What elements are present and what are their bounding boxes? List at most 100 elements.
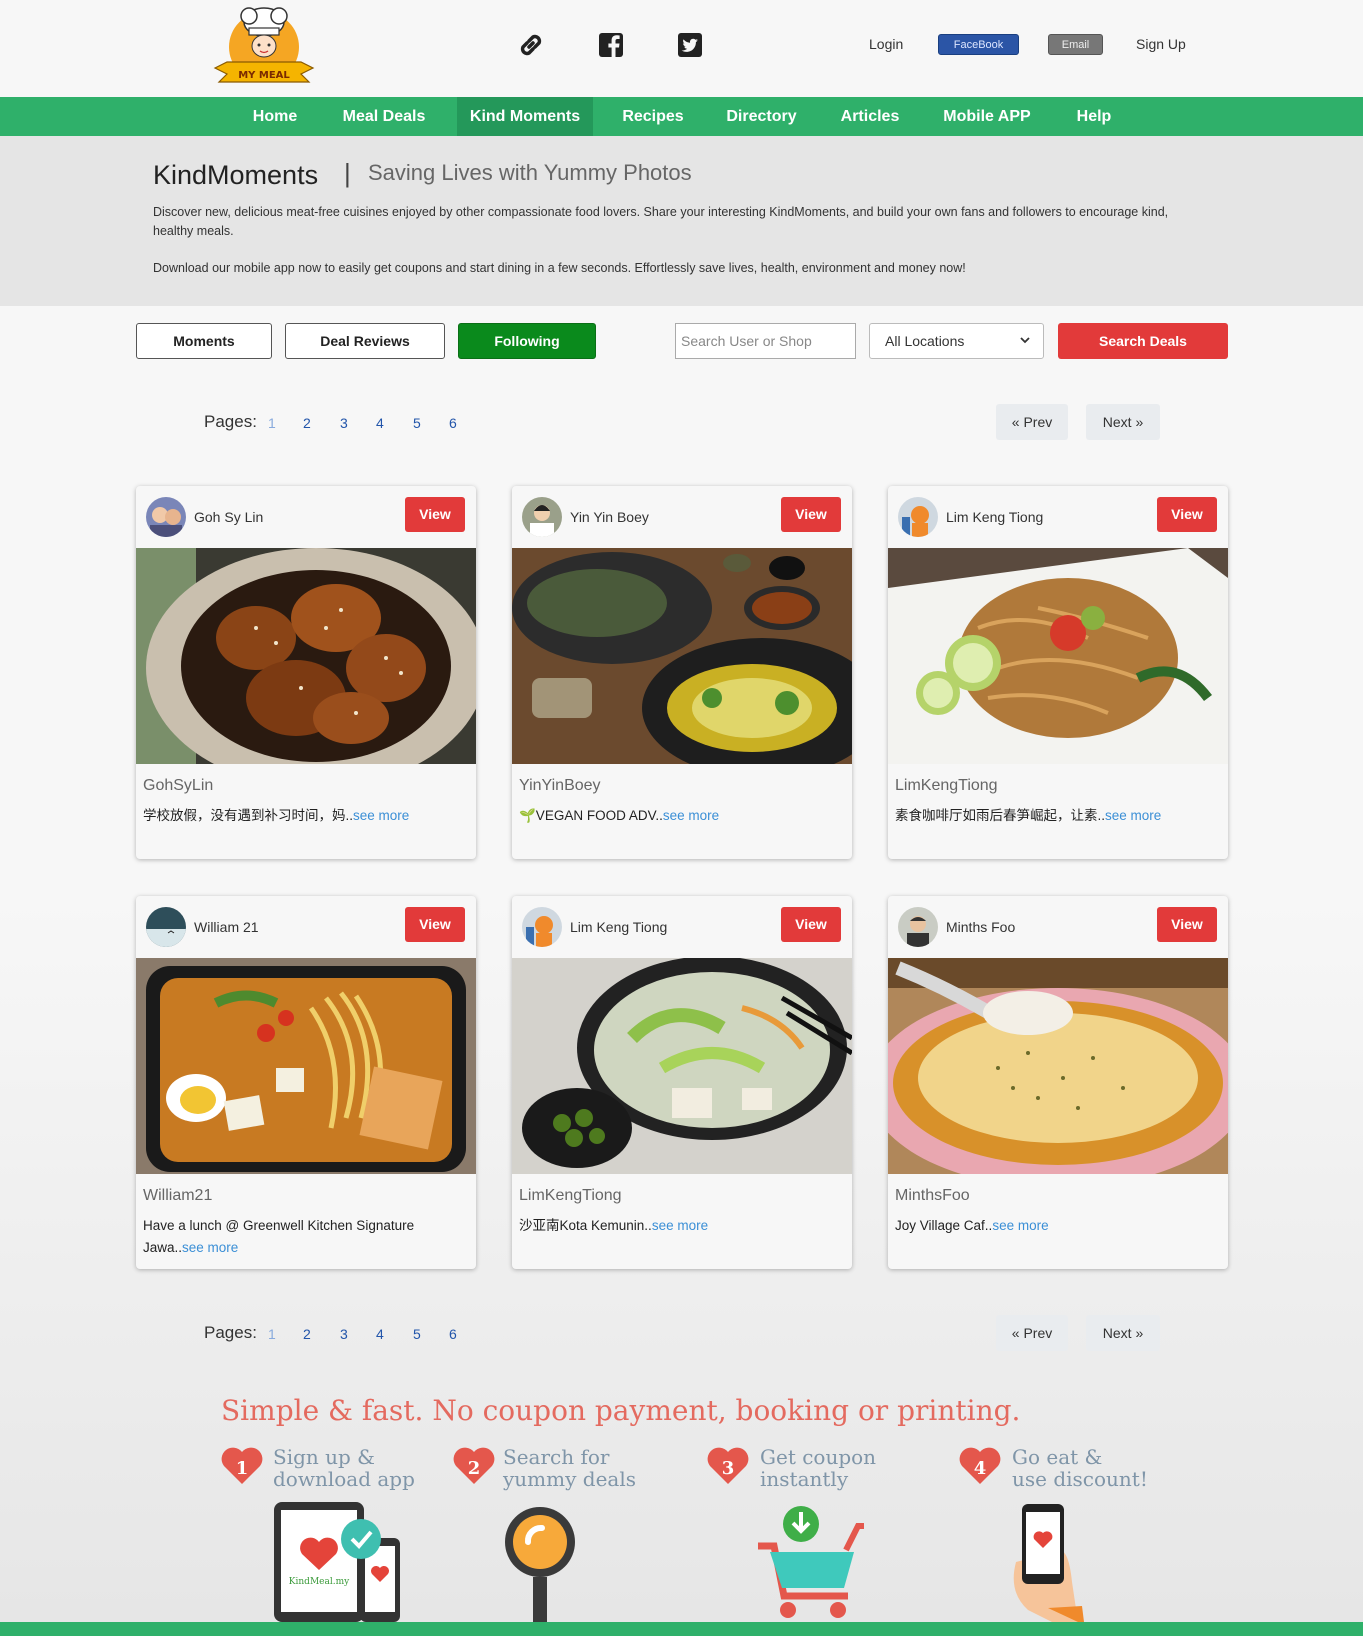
- view-button[interactable]: View: [1157, 497, 1217, 532]
- avatar[interactable]: [146, 497, 186, 537]
- following-tab[interactable]: Following: [458, 323, 596, 359]
- pager-page-4[interactable]: 4: [376, 1326, 384, 1342]
- pager-page-6[interactable]: 6: [449, 415, 457, 431]
- card-username[interactable]: Lim Keng Tiong: [946, 509, 1043, 525]
- card-username[interactable]: Yin Yin Boey: [570, 509, 649, 525]
- see-more-link[interactable]: see more: [182, 1240, 238, 1255]
- step-number: 4: [974, 1458, 987, 1479]
- card-header: William 21 View: [136, 896, 476, 958]
- pager-page-1[interactable]: 1: [268, 1326, 276, 1342]
- card-display-name: GohSyLin: [143, 777, 214, 794]
- facebook-login-button[interactable]: FaceBook: [938, 34, 1019, 55]
- food-photo[interactable]: [512, 956, 852, 1174]
- see-more-link[interactable]: see more: [353, 808, 409, 823]
- next-page-button[interactable]: Next »: [1086, 1315, 1160, 1351]
- moments-tab[interactable]: Moments: [136, 323, 272, 359]
- email-login-button[interactable]: Email: [1048, 34, 1103, 55]
- step-line-2: yummy deals: [503, 1467, 636, 1491]
- card-desc-text: 学校放假，没有遇到补习时间，妈..: [143, 808, 354, 823]
- next-page-button[interactable]: Next »: [1086, 404, 1160, 440]
- search-deals-button[interactable]: Search Deals: [1058, 323, 1228, 359]
- pager-page-6[interactable]: 6: [449, 1326, 457, 1342]
- card-display-name: LimKengTiong: [519, 1187, 622, 1204]
- promo-title: Simple & fast. No coupon payment, bookin…: [221, 1394, 1021, 1427]
- twitter-icon[interactable]: [675, 30, 705, 60]
- prev-page-button[interactable]: « Prev: [996, 404, 1068, 440]
- step-line-1: Get coupon: [760, 1445, 877, 1469]
- card-desc-text: Joy Village Caf..: [895, 1218, 993, 1233]
- intro-paragraph-1: Discover new, delicious meat-free cuisin…: [153, 205, 1169, 238]
- avatar[interactable]: [522, 907, 562, 947]
- card-display-name: YinYinBoey: [519, 777, 601, 794]
- nav-articles[interactable]: Articles: [830, 97, 910, 136]
- main-nav: Home Meal Deals Kind Moments Recipes Dir…: [0, 97, 1363, 136]
- pager-page-1[interactable]: 1: [268, 415, 276, 431]
- view-button[interactable]: View: [405, 497, 465, 532]
- card-username[interactable]: Minths Foo: [946, 919, 1015, 935]
- view-button[interactable]: View: [781, 907, 841, 942]
- moment-card[interactable]: Yin Yin Boey View YinYinBoey 🌱VEGAN FOOD…: [512, 486, 852, 859]
- card-username[interactable]: Lim Keng Tiong: [570, 919, 667, 935]
- login-link[interactable]: Login: [869, 36, 903, 52]
- pager-page-2[interactable]: 2: [303, 1326, 311, 1342]
- moment-card[interactable]: William 21 View William21 Have a lunch @…: [136, 896, 476, 1269]
- pager-page-3[interactable]: 3: [340, 415, 348, 431]
- pager-page-5[interactable]: 5: [413, 415, 421, 431]
- card-display-name: LimKengTiong: [895, 777, 998, 794]
- logo-text: MY MEAL: [238, 70, 290, 81]
- card-description: 素食咖啡厅如雨后春笋崛起，让素..see more: [895, 805, 1215, 827]
- facebook-icon[interactable]: [596, 30, 626, 60]
- see-more-link[interactable]: see more: [992, 1218, 1048, 1233]
- see-more-link[interactable]: see more: [1105, 808, 1161, 823]
- avatar[interactable]: [146, 907, 186, 947]
- hand-phone-icon: [1008, 1502, 1088, 1622]
- pager-page-3[interactable]: 3: [340, 1326, 348, 1342]
- moment-card[interactable]: Goh Sy Lin View GohSyLin 学校放假，没有遇到补习时间，妈…: [136, 486, 476, 859]
- see-more-link[interactable]: see more: [663, 808, 719, 823]
- card-username[interactable]: William 21: [194, 919, 259, 935]
- avatar[interactable]: [522, 497, 562, 537]
- avatar[interactable]: [898, 497, 938, 537]
- view-button[interactable]: View: [405, 907, 465, 942]
- food-photo[interactable]: [136, 548, 476, 788]
- page-subtitle: Saving Lives with Yummy Photos: [368, 160, 692, 185]
- food-photo[interactable]: [888, 548, 1228, 764]
- food-photo[interactable]: [136, 958, 476, 1174]
- deal-reviews-tab[interactable]: Deal Reviews: [285, 323, 445, 359]
- nav-home[interactable]: Home: [235, 97, 315, 136]
- pager-page-4[interactable]: 4: [376, 415, 384, 431]
- view-button[interactable]: View: [781, 497, 841, 532]
- pager-page-5[interactable]: 5: [413, 1326, 421, 1342]
- pager-page-2[interactable]: 2: [303, 415, 311, 431]
- nav-kind-moments[interactable]: Kind Moments: [457, 97, 593, 136]
- nav-help[interactable]: Help: [1064, 97, 1124, 136]
- moment-card[interactable]: Lim Keng Tiong View LimKengTiong 沙亚南Kota…: [512, 896, 852, 1269]
- nav-recipes[interactable]: Recipes: [612, 97, 694, 136]
- prev-page-button[interactable]: « Prev: [996, 1315, 1068, 1351]
- card-header: Yin Yin Boey View: [512, 486, 852, 548]
- moment-card[interactable]: Minths Foo View MinthsFoo Joy Village Ca…: [888, 896, 1228, 1269]
- card-desc-text: 素食咖啡厅如雨后春笋崛起，让素..: [895, 808, 1106, 823]
- view-button[interactable]: View: [1157, 907, 1217, 942]
- avatar[interactable]: [898, 907, 938, 947]
- site-logo[interactable]: MY MEAL: [207, 2, 321, 88]
- step-line-2: use discount!: [1012, 1467, 1148, 1491]
- step-line-1: Go eat &: [1012, 1445, 1103, 1469]
- search-input[interactable]: [675, 323, 856, 359]
- food-photo[interactable]: [888, 958, 1228, 1188]
- step-line-1: Sign up &: [273, 1445, 375, 1469]
- see-more-link[interactable]: see more: [652, 1218, 708, 1233]
- food-photo[interactable]: [512, 548, 852, 778]
- card-header: Lim Keng Tiong View: [512, 896, 852, 958]
- moment-card[interactable]: Lim Keng Tiong View LimKengTiong 素食咖啡厅如雨…: [888, 486, 1228, 859]
- footer-bar: [0, 1622, 1363, 1636]
- card-username[interactable]: Goh Sy Lin: [194, 509, 263, 525]
- location-select[interactable]: All Locations: [869, 323, 1044, 359]
- signup-link[interactable]: Sign Up: [1136, 36, 1186, 52]
- link-icon[interactable]: [516, 30, 546, 60]
- nav-directory[interactable]: Directory: [714, 97, 809, 136]
- chevron-down-icon: [1019, 324, 1031, 371]
- nav-mobile-app[interactable]: Mobile APP: [934, 97, 1040, 136]
- nav-meal-deals[interactable]: Meal Deals: [330, 97, 438, 136]
- card-description: Have a lunch @ Greenwell Kitchen Signatu…: [143, 1215, 463, 1259]
